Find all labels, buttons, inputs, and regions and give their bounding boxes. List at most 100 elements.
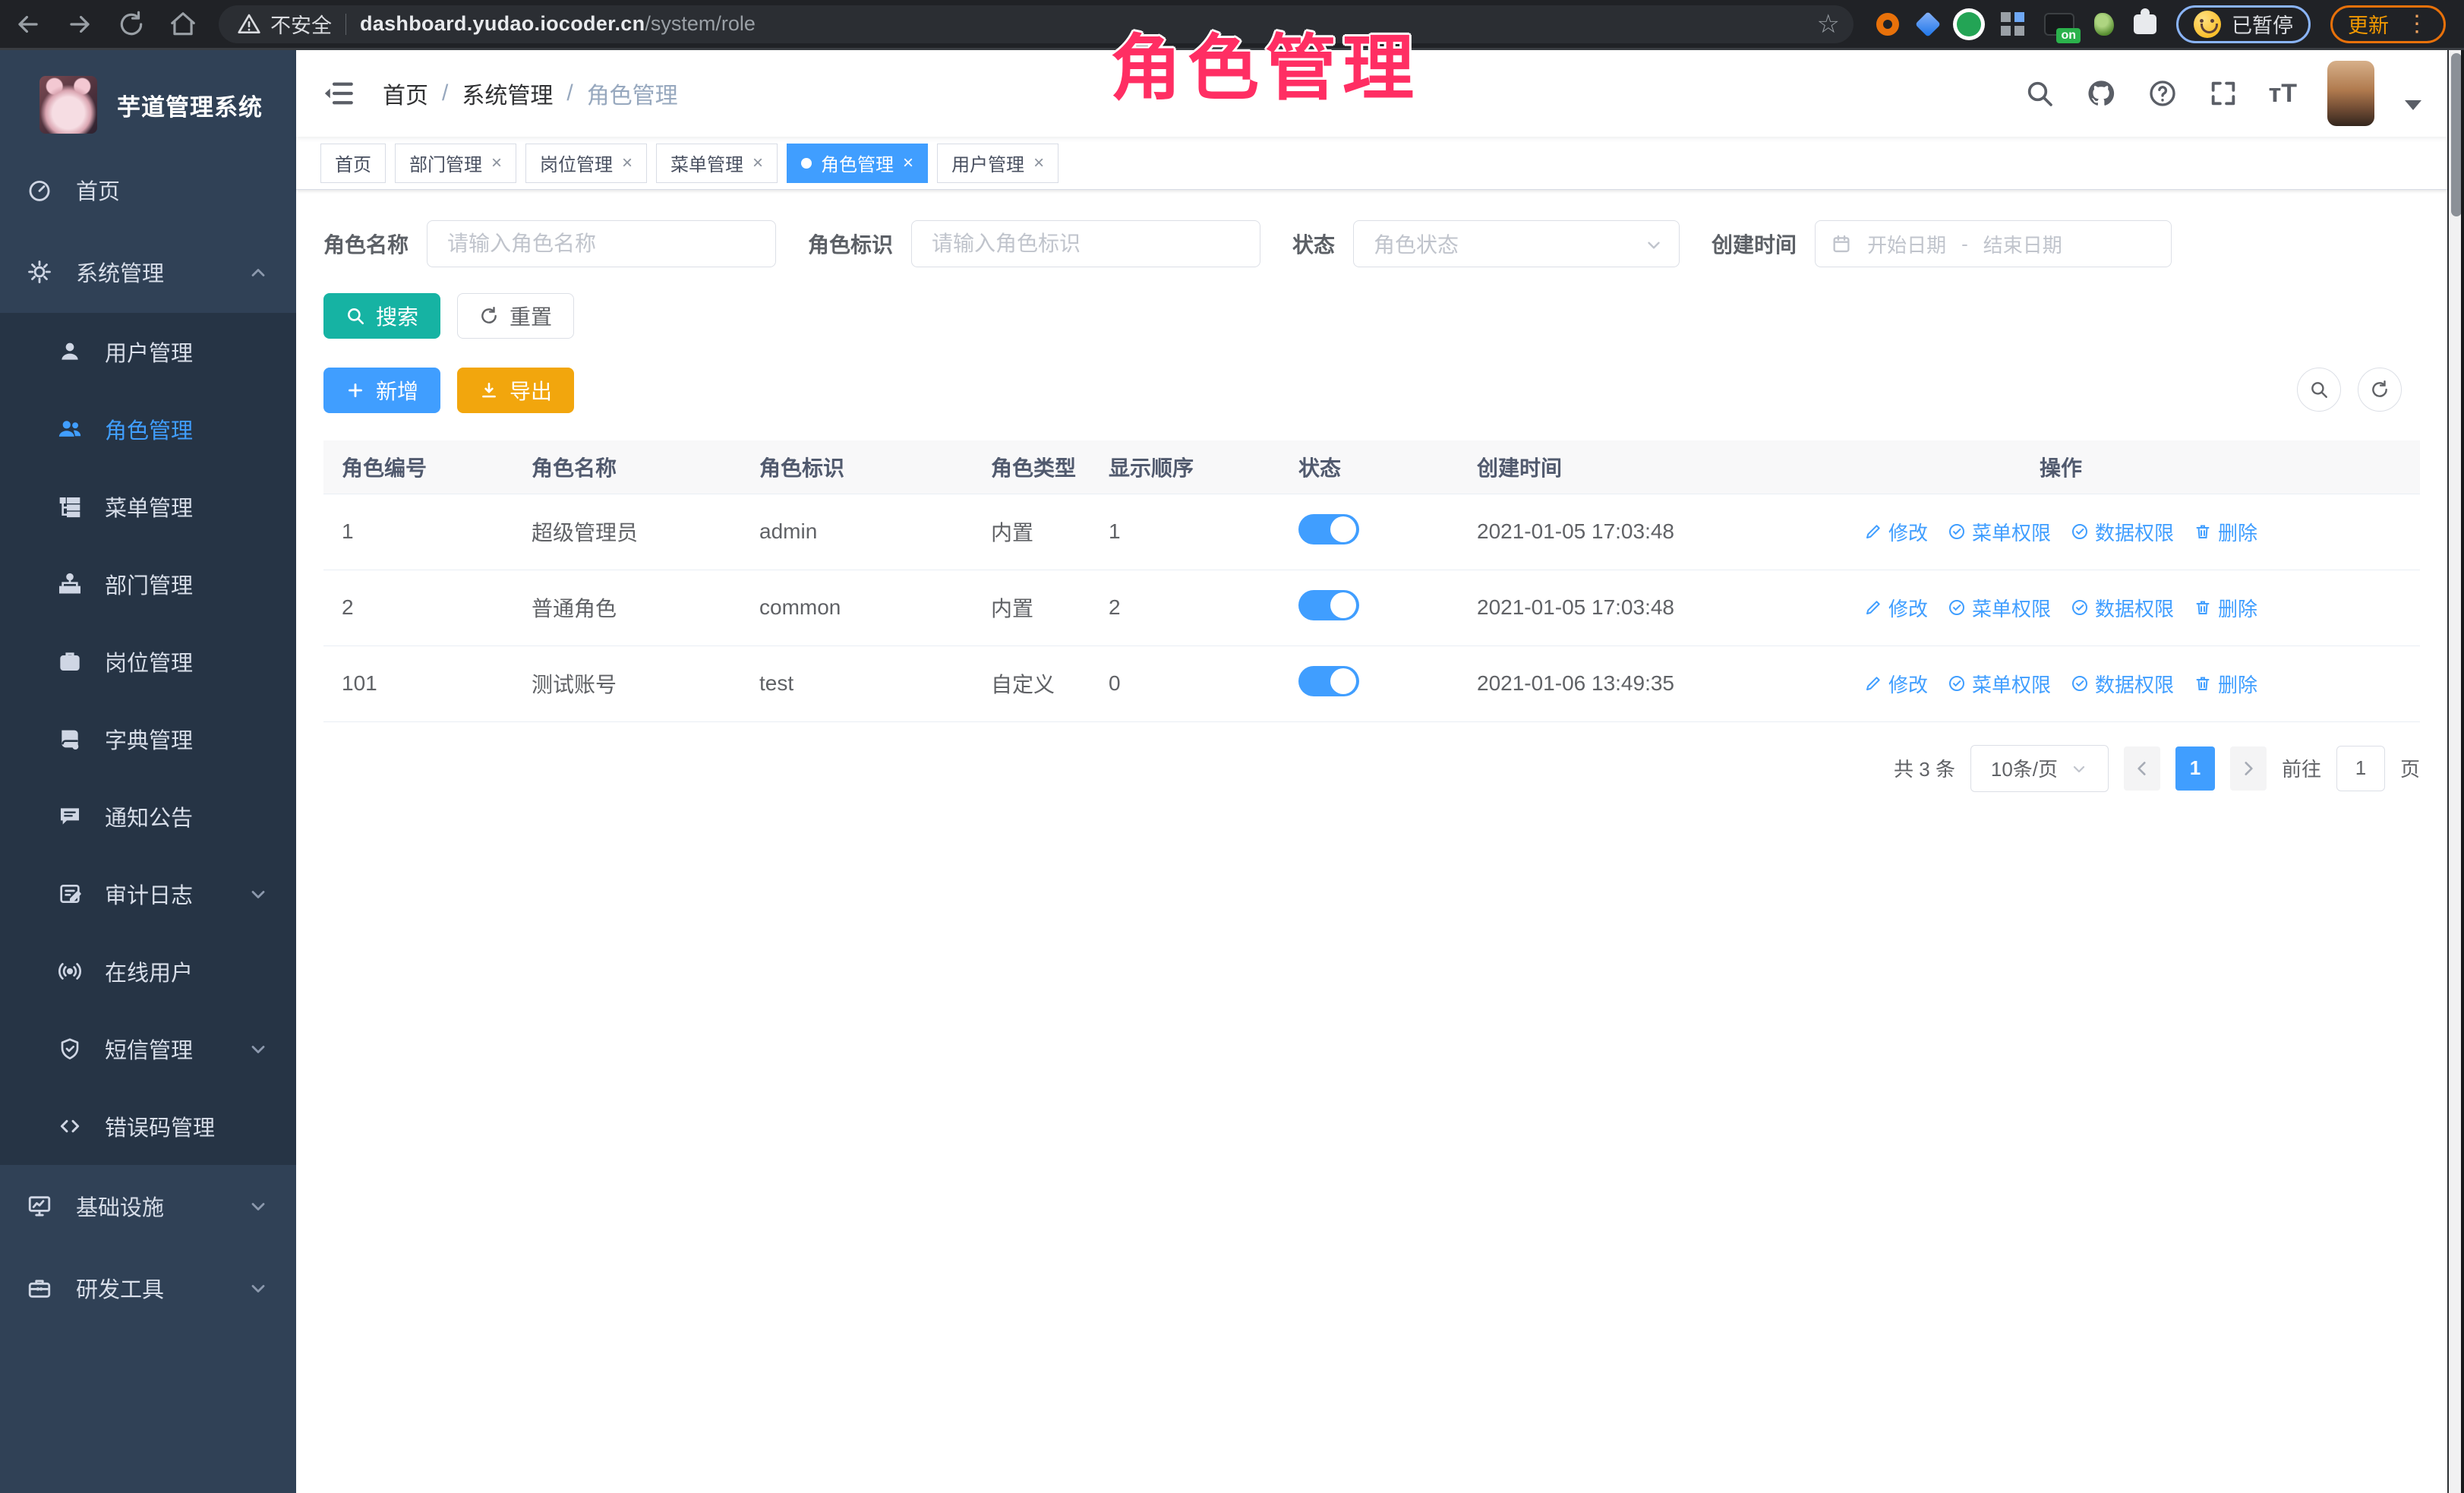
sidebar-item-posts[interactable]: 岗位管理 (0, 623, 296, 700)
menu-permission-button[interactable]: 菜单权限 (1948, 594, 2051, 622)
browser-menu-icon[interactable]: ⋮ (2406, 11, 2428, 37)
extension-icon[interactable] (2094, 13, 2114, 36)
role-name-input[interactable] (427, 220, 776, 267)
data-permission-button[interactable]: 数据权限 (2071, 670, 2174, 698)
sidebar-item-online-users[interactable]: 在线用户 (0, 933, 296, 1010)
reload-icon[interactable] (117, 10, 146, 39)
chevron-down-icon (248, 1194, 269, 1219)
extension-icon[interactable] (1915, 11, 1941, 37)
tab-close-icon[interactable]: × (903, 153, 913, 174)
extension-icon[interactable] (1957, 12, 1981, 36)
sidebar-item-label: 用户管理 (105, 336, 193, 368)
tab-close-icon[interactable]: × (491, 153, 502, 174)
data-permission-button[interactable]: 数据权限 (2071, 594, 2174, 622)
sidebar-item-system[interactable]: 系统管理 (0, 231, 296, 313)
status-toggle[interactable] (1298, 590, 1359, 620)
sidebar-item-dev-tools[interactable]: 研发工具 (0, 1247, 296, 1329)
sidebar-item-notices[interactable]: 通知公告 (0, 778, 296, 855)
date-range-picker[interactable]: 开始日期 - 结束日期 (1815, 220, 2172, 267)
user-avatar[interactable] (2327, 61, 2374, 126)
sidebar-item-menus[interactable]: 菜单管理 (0, 468, 296, 545)
tab-close-icon[interactable]: × (1033, 153, 1044, 174)
page-size-select[interactable]: 10条/页 (1970, 745, 2109, 792)
next-page-button[interactable] (2230, 746, 2267, 791)
tab-users[interactable]: 用户管理× (937, 144, 1058, 183)
breadcrumb-system[interactable]: 系统管理 (462, 77, 553, 110)
chrome-update-chip[interactable]: 更新 ⋮ (2330, 5, 2446, 43)
sidebar-item-infra[interactable]: 基础设施 (0, 1165, 296, 1247)
back-icon[interactable] (14, 10, 43, 39)
header-search-icon[interactable] (2024, 78, 2055, 109)
breadcrumb-separator: / (442, 80, 448, 106)
edit-role-button[interactable]: 修改 (1864, 594, 1928, 622)
font-size-icon[interactable]: тT (2269, 79, 2297, 109)
tags-view-bar: 首页 部门管理× 岗位管理× 菜单管理× 角色管理× 用户管理× (296, 137, 2447, 190)
bookmark-star-icon[interactable]: ☆ (1817, 11, 1840, 37)
role-key-input[interactable] (911, 220, 1260, 267)
tab-posts[interactable]: 岗位管理× (525, 144, 647, 183)
cell-role-name: 测试账号 (513, 645, 741, 721)
add-role-button[interactable]: 新增 (323, 368, 440, 413)
profile-paused-chip[interactable]: 已暂停 (2176, 5, 2311, 43)
status-select[interactable]: 角色状态 (1353, 220, 1680, 267)
github-icon[interactable] (2085, 77, 2117, 109)
toggle-search-button[interactable] (2297, 368, 2341, 412)
search-button[interactable]: 搜索 (323, 293, 440, 339)
edit-role-button[interactable]: 修改 (1864, 670, 1928, 698)
fullscreen-icon[interactable] (2208, 78, 2238, 109)
sidebar-item-error-codes[interactable]: 错误码管理 (0, 1087, 296, 1165)
scrollbar-thumb[interactable] (2451, 53, 2462, 216)
delete-role-button[interactable]: 删除 (2194, 670, 2257, 698)
extension-camera-icon[interactable]: on (2044, 13, 2074, 36)
edit-role-button[interactable]: 修改 (1864, 518, 1928, 546)
goto-page-input[interactable] (2336, 746, 2385, 791)
annotation-title: 角色管理 (1110, 11, 1420, 114)
end-date-placeholder[interactable]: 结束日期 (1983, 230, 2062, 258)
refresh-table-button[interactable] (2358, 368, 2402, 412)
menu-permission-button[interactable]: 菜单权限 (1948, 518, 2051, 546)
app-logo-row[interactable]: 芋道管理系统 (0, 50, 296, 149)
sidebar-item-sms[interactable]: 短信管理 (0, 1010, 296, 1087)
sidebar-item-audit-logs[interactable]: 审计日志 (0, 855, 296, 933)
security-label[interactable]: 不安全 (270, 9, 332, 39)
tab-home[interactable]: 首页 (320, 144, 386, 183)
download-icon (479, 380, 499, 400)
sidebar-item-users[interactable]: 用户管理 (0, 313, 296, 390)
prev-page-button[interactable] (2124, 746, 2160, 791)
tab-roles[interactable]: 角色管理× (787, 144, 928, 183)
breadcrumb-home[interactable]: 首页 (383, 77, 428, 110)
sidebar-item-departments[interactable]: 部门管理 (0, 545, 296, 623)
not-secure-warning-icon[interactable] (237, 12, 261, 36)
delete-role-button[interactable]: 删除 (2194, 518, 2257, 546)
status-toggle[interactable] (1298, 666, 1359, 696)
current-page-button[interactable]: 1 (2175, 746, 2215, 791)
delete-role-button[interactable]: 删除 (2194, 594, 2257, 622)
home-icon[interactable] (169, 10, 197, 39)
address-bar[interactable]: 不安全 dashboard.yudao.iocoder.cn/system/ro… (219, 5, 1854, 43)
extension-grid-icon[interactable] (2001, 12, 2011, 22)
sidebar-item-label: 首页 (76, 174, 120, 206)
sidebar-collapse-icon[interactable] (323, 77, 357, 109)
menu-permission-button[interactable]: 菜单权限 (1948, 670, 2051, 698)
extension-icon[interactable] (1876, 13, 1899, 36)
help-icon[interactable] (2147, 78, 2178, 109)
sidebar-item-roles[interactable]: 角色管理 (0, 390, 296, 468)
reset-button[interactable]: 重置 (457, 293, 574, 339)
extensions-puzzle-icon[interactable] (2134, 14, 2156, 34)
export-button[interactable]: 导出 (457, 368, 574, 413)
sidebar-item-home[interactable]: 首页 (0, 149, 296, 231)
tab-menus[interactable]: 菜单管理× (656, 144, 778, 183)
badge-icon (55, 649, 85, 674)
forward-icon[interactable] (65, 10, 94, 39)
tab-close-icon[interactable]: × (622, 153, 633, 174)
avatar-caret-icon[interactable] (2405, 100, 2421, 110)
tab-close-icon[interactable]: × (752, 153, 763, 174)
tab-departments[interactable]: 部门管理× (395, 144, 516, 183)
url-path[interactable]: /system/role (645, 12, 756, 36)
status-toggle[interactable] (1298, 514, 1359, 544)
cell-role-name: 超级管理员 (513, 494, 741, 570)
sidebar-item-dicts[interactable]: 字典管理 (0, 700, 296, 778)
start-date-placeholder[interactable]: 开始日期 (1867, 230, 1946, 258)
url-host[interactable]: dashboard.yudao.iocoder.cn (360, 12, 645, 36)
data-permission-button[interactable]: 数据权限 (2071, 518, 2174, 546)
